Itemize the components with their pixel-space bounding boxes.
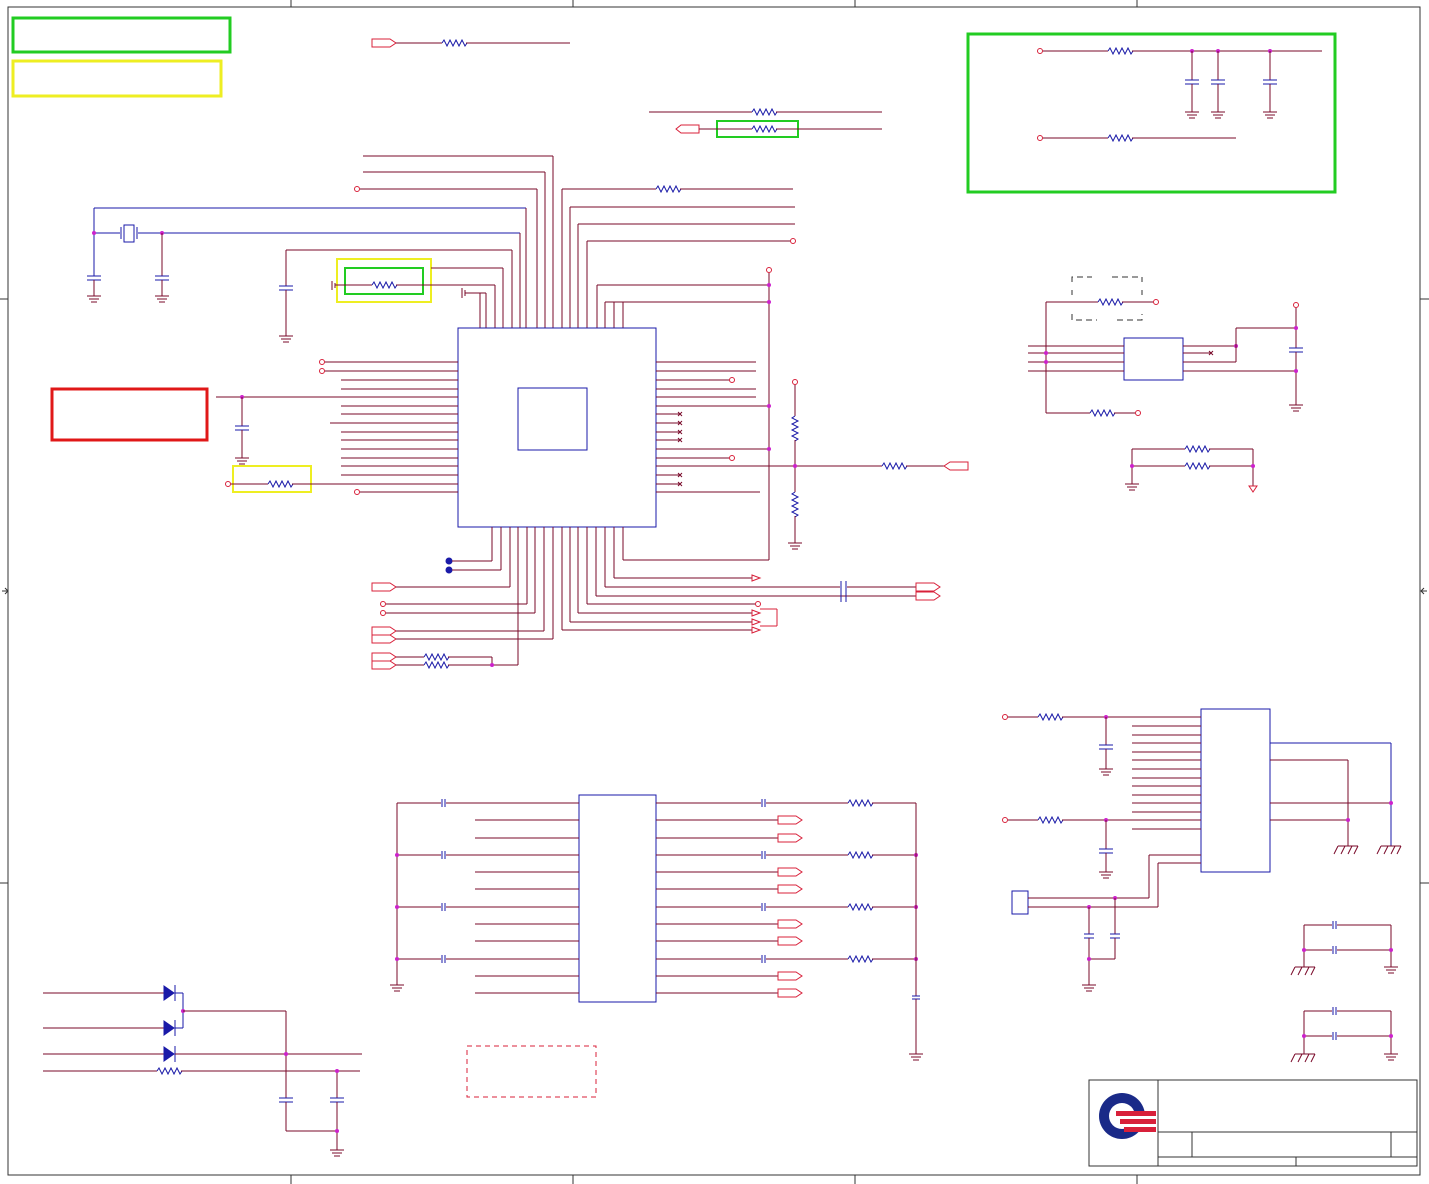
- yellow-resistor-highlight: [336, 258, 432, 303]
- resistor-divider: [788, 379, 969, 550]
- title-block: [1088, 1079, 1418, 1167]
- yellow-resistor-highlight-left: [232, 465, 312, 493]
- yellow-note-box: [11, 59, 223, 98]
- green-resistor-highlight-inner: [344, 267, 424, 295]
- top-port-resistor: [371, 38, 570, 48]
- buffer-ic: [390, 794, 923, 1061]
- company-logo-icon: [1099, 1093, 1156, 1139]
- diode-icon: [163, 985, 175, 1001]
- crystal-oscillator: [87, 207, 526, 303]
- dashed-note-box: [466, 1045, 597, 1098]
- chip-top-fanin: [279, 155, 554, 343]
- green-note-box: [11, 16, 232, 54]
- red-note-box: [50, 387, 209, 442]
- main-controller-chip: [457, 327, 657, 528]
- chip-left-pins: [216, 359, 458, 495]
- power-filter-block: [1037, 46, 1322, 143]
- small-ic-block: [1028, 276, 1303, 493]
- chassis-capacitors: [1290, 921, 1398, 1063]
- annotation-boxes: [11, 16, 1337, 1098]
- chip-bottom-fanout: [371, 527, 941, 670]
- green-power-block-box: [966, 32, 1337, 194]
- schematic-sheet: [0, 0, 1429, 1184]
- diode-protection-block: [43, 985, 362, 1157]
- sheet-frame: [0, 0, 1429, 1184]
- connector-ic: [1002, 708, 1402, 992]
